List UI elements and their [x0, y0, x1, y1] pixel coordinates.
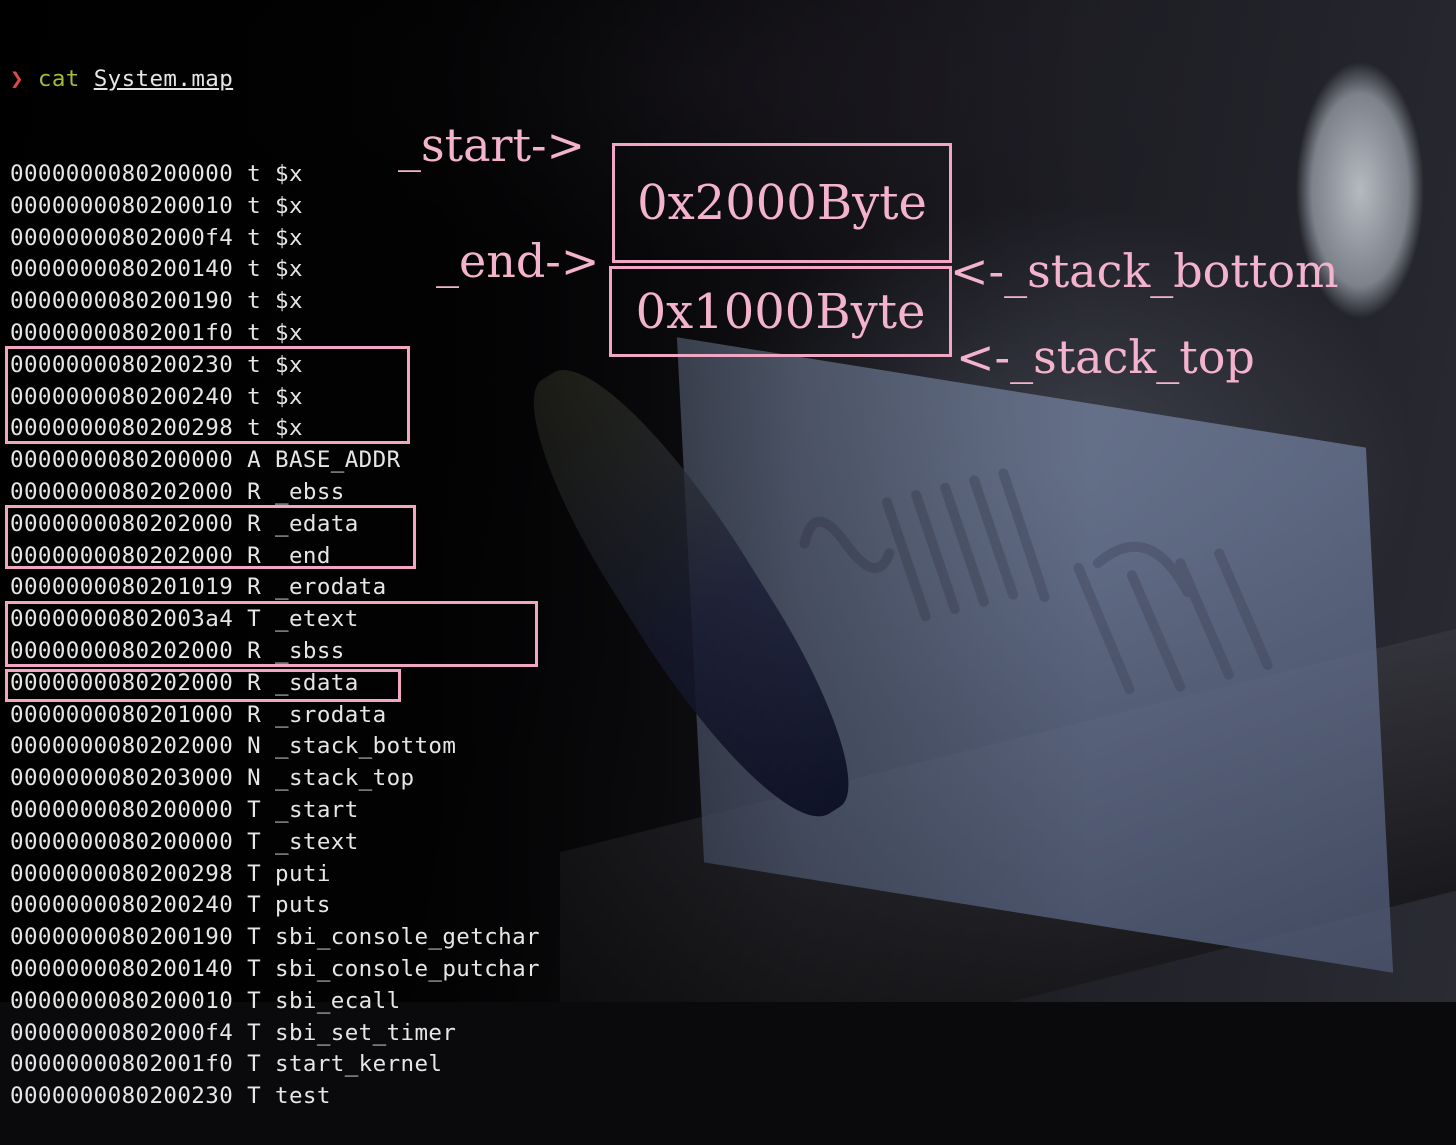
symbol-address: 0000000080200010	[10, 987, 234, 1014]
symbol-type: t	[247, 224, 262, 251]
symbol-name: $x	[275, 319, 303, 346]
symbol-row: 0000000080202000 N _stack_bottom	[10, 731, 540, 763]
symbol-name: $x	[275, 288, 303, 315]
symbol-address: 0000000080200000	[10, 447, 234, 474]
symbol-type: N	[247, 765, 262, 792]
symbol-row: 0000000080201000 R _srodata	[10, 700, 540, 732]
prompt-line: ❯ cat System.map	[10, 64, 540, 96]
symbol-row: 0000000080200000 T _start	[10, 795, 540, 827]
symbol-type: T	[247, 1051, 262, 1078]
symbol-row: 0000000080200000 A BASE_ADDR	[10, 445, 540, 477]
symbol-type: T	[247, 828, 262, 855]
highlight-stack-symbols	[5, 601, 538, 667]
symbol-type: T	[247, 987, 262, 1014]
symbol-name: $x	[275, 160, 303, 187]
memory-block-1000: 0x1000Byte	[609, 266, 952, 357]
symbol-type: T	[247, 1083, 262, 1110]
symbol-type: T	[247, 1019, 262, 1046]
symbol-name: sbi_set_timer	[275, 1019, 457, 1046]
symbol-type: t	[247, 288, 262, 315]
symbol-name: _stack_bottom	[275, 733, 457, 760]
symbol-address: 0000000080200000	[10, 796, 234, 823]
prompt-command: cat	[37, 65, 80, 92]
symbol-row: 00000000802000f4 T sbi_set_timer	[10, 1018, 540, 1050]
symbol-type: T	[247, 892, 262, 919]
symbol-address: 0000000080200010	[10, 192, 234, 219]
symbol-row: 00000000802001f0 t $x	[10, 318, 540, 350]
symbol-type: t	[247, 160, 262, 187]
prompt-arrow-icon: ❯	[10, 65, 24, 92]
symbol-address: 0000000080201019	[10, 574, 234, 601]
symbol-row: 0000000080200230 T test	[10, 1081, 540, 1113]
symbol-name: test	[275, 1083, 331, 1110]
stack-top-pointer-label: <-_stack_top	[956, 330, 1255, 384]
symbol-row: 0000000080200240 T puts	[10, 890, 540, 922]
symbol-address: 00000000802000f4	[10, 224, 234, 251]
prompt-argument: System.map	[93, 65, 234, 92]
symbol-type: t	[247, 256, 262, 283]
symbol-address: 0000000080202000	[10, 478, 234, 505]
symbol-name: puti	[275, 860, 331, 887]
symbol-address: 0000000080200000	[10, 160, 234, 187]
symbol-address: 0000000080200000	[10, 828, 234, 855]
symbol-row: 0000000080200140 T sbi_console_putchar	[10, 954, 540, 986]
symbol-address: 0000000080200140	[10, 256, 234, 283]
symbol-type: R	[247, 478, 262, 505]
symbol-type: t	[247, 319, 262, 346]
symbol-row: 0000000080203000 N _stack_top	[10, 763, 540, 795]
symbol-address: 0000000080201000	[10, 701, 234, 728]
symbol-address: 0000000080200190	[10, 288, 234, 315]
symbol-address: 0000000080200230	[10, 1083, 234, 1110]
symbol-row: 0000000080201019 R _erodata	[10, 572, 540, 604]
symbol-address: 00000000802000f4	[10, 1019, 234, 1046]
symbol-type: T	[247, 955, 262, 982]
symbol-row: 0000000080200000 T _stext	[10, 827, 540, 859]
symbol-row: 0000000080202000 R _ebss	[10, 477, 540, 509]
highlight-bss-data-symbols	[5, 505, 416, 569]
start-pointer-label: _start->	[398, 118, 586, 172]
symbol-address: 0000000080203000	[10, 765, 234, 792]
symbol-type: T	[247, 796, 262, 823]
symbol-address: 0000000080200190	[10, 924, 234, 951]
symbol-address: 0000000080202000	[10, 733, 234, 760]
symbol-name: sbi_console_getchar	[275, 924, 540, 951]
symbol-row: 0000000080200298 T puti	[10, 859, 540, 891]
symbol-type: A	[247, 447, 262, 474]
symbol-name: _srodata	[275, 701, 387, 728]
symbol-row: 0000000080200190 t $x	[10, 286, 540, 318]
symbol-row: 00000000802001f0 T start_kernel	[10, 1049, 540, 1081]
symbol-type: T	[247, 924, 262, 951]
symbol-name: _erodata	[275, 574, 387, 601]
symbol-name: _stack_top	[275, 765, 415, 792]
symbol-type: R	[247, 701, 262, 728]
symbol-type: R	[247, 574, 262, 601]
symbol-name: start_kernel	[275, 1051, 443, 1078]
symbol-name: _start	[275, 796, 359, 823]
symbol-address: 00000000802001f0	[10, 1051, 234, 1078]
stack-bottom-pointer-label: <-_stack_bottom	[950, 244, 1339, 298]
symbol-type: T	[247, 860, 262, 887]
symbol-address: 0000000080200240	[10, 892, 234, 919]
symbol-name: $x	[275, 256, 303, 283]
symbol-row: 0000000080200190 T sbi_console_getchar	[10, 922, 540, 954]
symbol-type: N	[247, 733, 262, 760]
highlight-start-symbol	[5, 669, 401, 702]
symbol-row: 0000000080200010 t $x	[10, 191, 540, 223]
symbol-address: 0000000080200140	[10, 955, 234, 982]
symbol-address: 00000000802001f0	[10, 319, 234, 346]
highlight-end-symbols	[5, 346, 410, 444]
memory-block-2000: 0x2000Byte	[612, 143, 952, 263]
end-pointer-label: _end->	[436, 234, 600, 288]
symbol-name: puts	[275, 892, 331, 919]
symbol-name: $x	[275, 224, 303, 251]
symbol-name: $x	[275, 192, 303, 219]
symbol-name: _stext	[275, 828, 359, 855]
symbol-name: sbi_console_putchar	[275, 955, 540, 982]
symbol-name: sbi_ecall	[275, 987, 401, 1014]
symbol-name: _ebss	[275, 478, 345, 505]
symbol-type: t	[247, 192, 262, 219]
symbol-name: BASE_ADDR	[275, 447, 401, 474]
symbol-address: 0000000080200298	[10, 860, 234, 887]
